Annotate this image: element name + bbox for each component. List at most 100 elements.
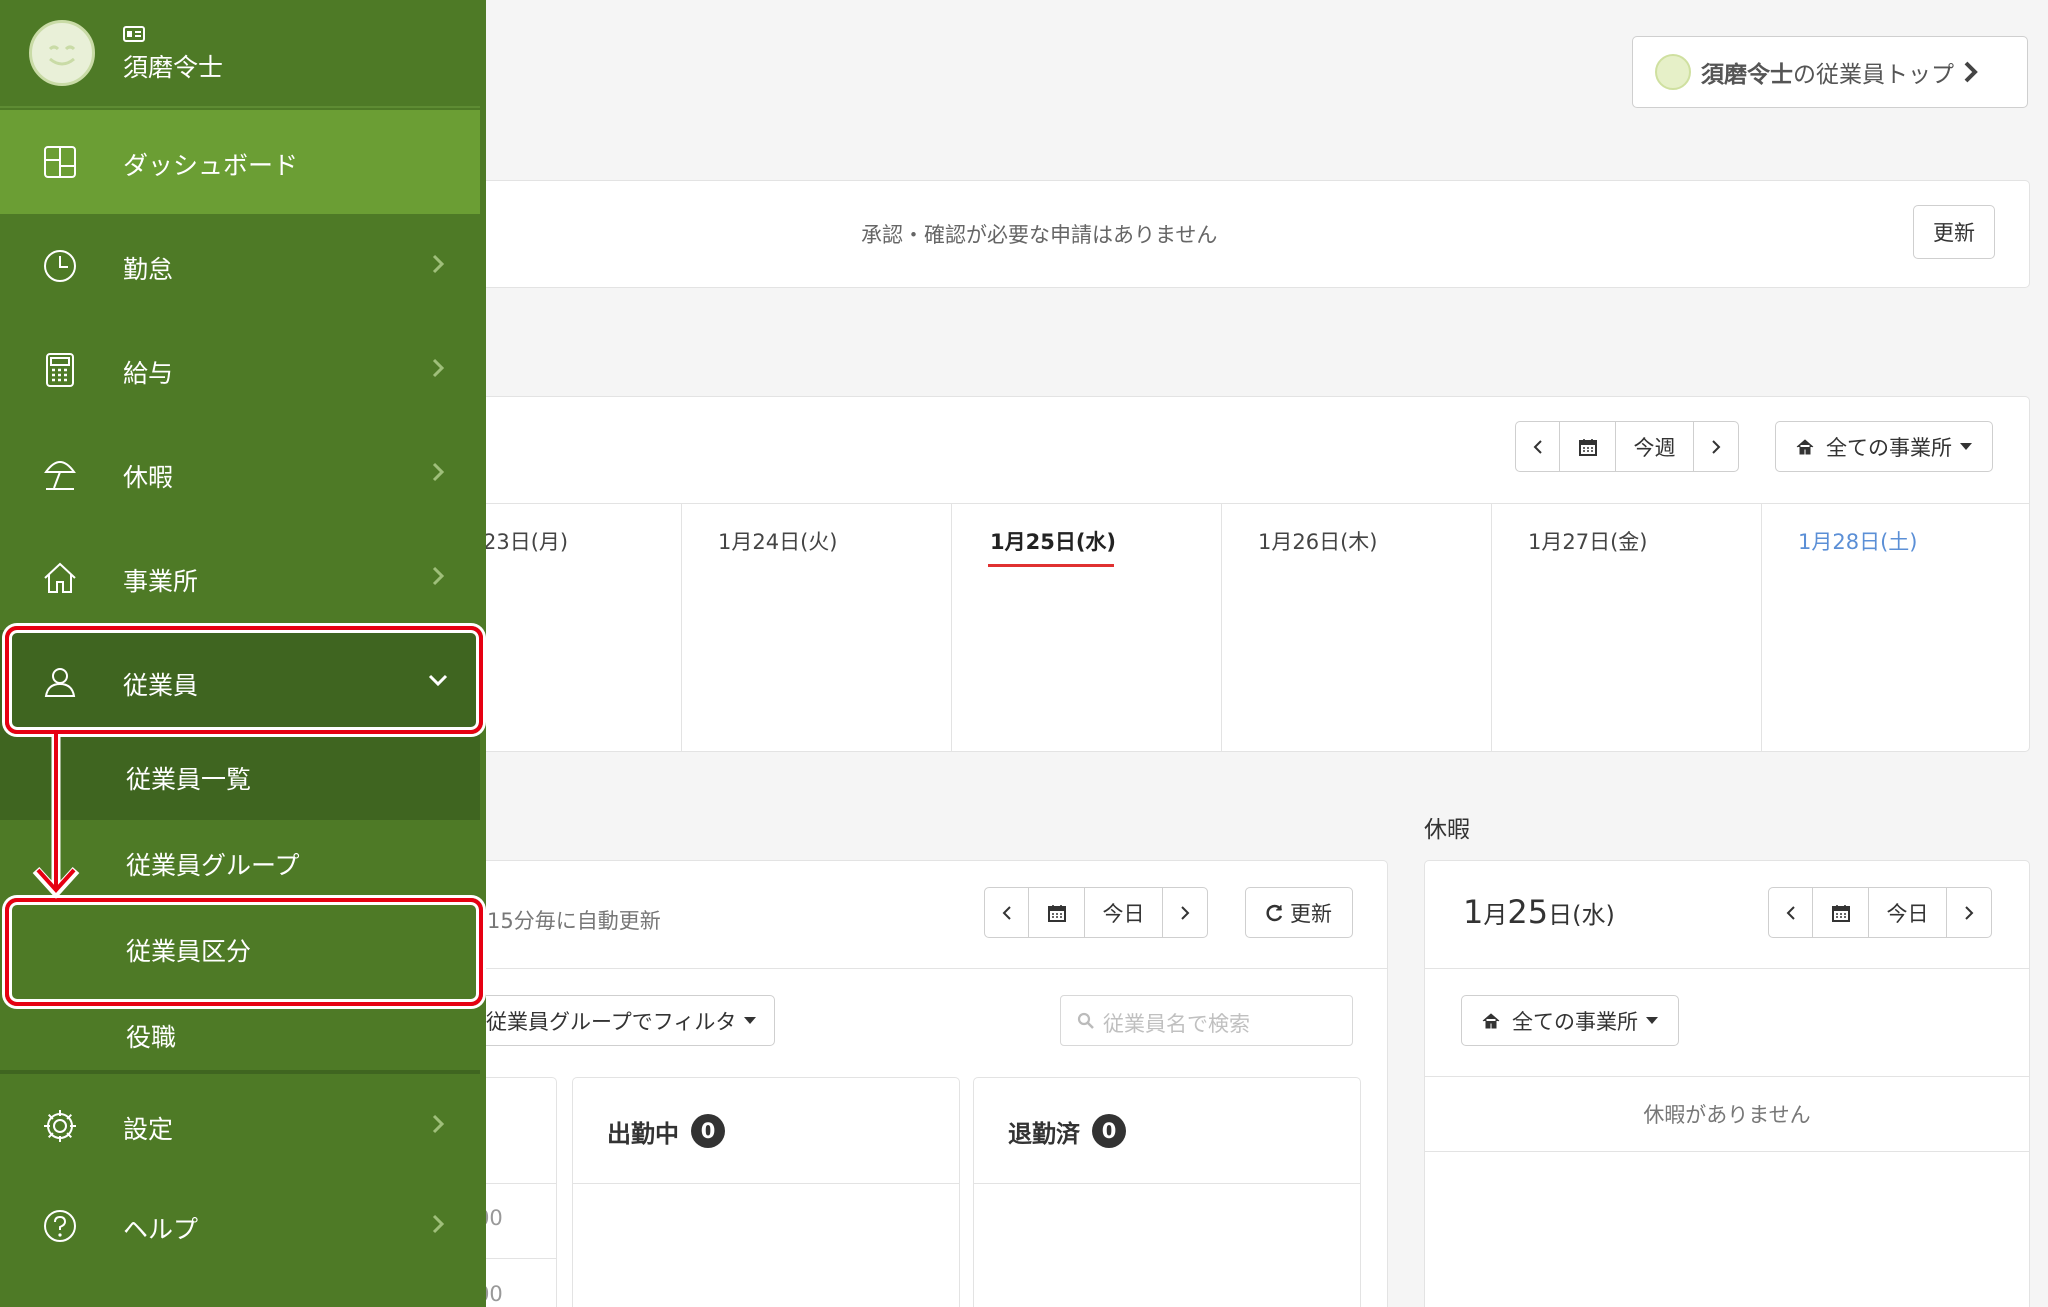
sidebar-item-attendance[interactable]: 勤怠: [0, 214, 480, 318]
count-badge: 0: [1092, 1114, 1126, 1148]
day-nav-group: 今日: [984, 887, 1208, 938]
chevron-right-icon: [1965, 905, 1974, 920]
leave-date-month-unit: 月: [1483, 901, 1508, 929]
employee-top-button[interactable]: 須磨令士 の従業員トップ: [1632, 36, 2028, 108]
leave-today-button[interactable]: 今日: [1869, 888, 1947, 937]
day-today-button[interactable]: 今日: [1085, 888, 1163, 937]
leave-office-filter-label: 全ての事業所: [1512, 1009, 1638, 1034]
schedule-office-filter[interactable]: 全ての事業所: [1775, 421, 1993, 472]
leave-office-filter[interactable]: 全ての事業所: [1461, 995, 1679, 1046]
leave-calendar-button[interactable]: [1813, 888, 1869, 937]
sidebar-item-label: ダッシュボード: [123, 151, 299, 180]
leave-day-nav-group: 今日: [1768, 887, 1992, 938]
clock-icon: [44, 250, 76, 282]
leave-empty-message: 休暇がありません: [1643, 1103, 1811, 1127]
count-badge: 0: [691, 1114, 725, 1148]
gear-icon: [44, 1110, 76, 1142]
schedule-office-filter-label: 全ての事業所: [1826, 435, 1952, 460]
caret-down-icon: [744, 1017, 757, 1024]
status-column-working: 出勤中 0: [572, 1077, 960, 1307]
leave-divider: [1425, 968, 2029, 969]
day-label: 1月24日(火): [718, 530, 838, 554]
user-name: 須磨令士: [123, 53, 224, 82]
search-icon: [1077, 1012, 1094, 1029]
id-card-icon: [123, 26, 145, 42]
day-column: 23日(月): [471, 504, 682, 751]
sidebar-item-dashboard[interactable]: ダッシュボード: [0, 110, 480, 214]
sidebar-item-settings[interactable]: 設定: [0, 1070, 480, 1174]
submenu-label: 役職: [126, 1023, 177, 1052]
leave-next-button[interactable]: [1947, 888, 1991, 937]
home-icon: [44, 562, 76, 593]
chevron-right-icon: [1964, 61, 1978, 83]
avatar[interactable]: [29, 20, 95, 86]
leave-date: 1月25日(水): [1463, 893, 1615, 931]
column-divider: [974, 1183, 1360, 1184]
approvals-message: 承認・確認が必要な申請はありません: [861, 223, 1218, 247]
day-column: 1月26日(木): [1222, 504, 1492, 751]
today-underline: [988, 564, 1114, 567]
leave-section-title: 休暇: [1424, 817, 1470, 843]
day-label-saturday: 1月28日(土): [1798, 530, 1918, 554]
day-column: 1月27日(金): [1492, 504, 1762, 751]
calendar-icon: [1047, 904, 1066, 922]
search-placeholder: 従業員名で検索: [1103, 1012, 1250, 1036]
highlight-employee-category-box: [5, 898, 483, 1006]
week-calendar-button[interactable]: [1560, 422, 1616, 471]
attendance-refresh-button[interactable]: 更新: [1245, 887, 1353, 938]
week-next-button[interactable]: [1694, 422, 1738, 471]
column-title: 出勤中: [607, 1120, 679, 1148]
leave-divider: [1425, 1151, 2029, 1152]
day-prev-button[interactable]: [985, 888, 1029, 937]
sidebar-item-label: 事業所: [123, 567, 199, 596]
group-filter-dropdown[interactable]: 従業員グループでフィルタ: [471, 995, 775, 1046]
chevron-right-icon: [432, 358, 445, 378]
sidebar-item-label: 給与: [123, 359, 174, 388]
sidebar-item-office[interactable]: 事業所: [0, 526, 480, 630]
calendar-icon: [1831, 904, 1850, 922]
day-label: 1月27日(金): [1528, 530, 1648, 554]
calendar-icon: [1578, 438, 1597, 456]
auto-refresh-text: 15分毎に自動更新: [487, 909, 661, 933]
week-current-button[interactable]: 今週: [1616, 422, 1694, 471]
day-column-today: 1月25日(水): [952, 504, 1222, 751]
sidebar-item-leave[interactable]: 休暇: [0, 422, 480, 526]
search-input[interactable]: 従業員名で検索: [1060, 995, 1353, 1046]
day-label-today: 1月25日(水): [990, 530, 1117, 554]
caret-down-icon: [1960, 443, 1972, 450]
sidebar-item-label: 勤怠: [123, 255, 174, 284]
arrow-down-annotation: [32, 734, 80, 899]
help-icon: [44, 1210, 76, 1242]
day-column-saturday: 1月28日(土): [1762, 504, 2029, 751]
attendance-divider: [471, 968, 1387, 969]
leave-date-day-unit: 日(水): [1548, 901, 1615, 929]
chevron-right-icon: [432, 254, 445, 274]
leave-divider: [1425, 1076, 2029, 1077]
chevron-right-icon: [1712, 439, 1721, 454]
chevron-right-icon: [432, 566, 445, 586]
chevron-left-icon: [1002, 905, 1011, 920]
chevron-left-icon: [1533, 439, 1542, 454]
day-calendar-button[interactable]: [1029, 888, 1085, 937]
chevron-right-icon: [432, 1214, 445, 1234]
week-prev-button[interactable]: [1516, 422, 1560, 471]
sidebar-item-help[interactable]: ヘルプ: [0, 1174, 480, 1278]
sidebar-item-payroll[interactable]: 給与: [0, 318, 480, 422]
smile-icon: [48, 45, 76, 66]
leave-panel: 1月25日(水) 今日 全ての事業所 休暇がありません: [1424, 860, 2030, 1307]
calculator-icon: [46, 353, 74, 387]
dashboard-icon: [44, 146, 76, 178]
chevron-left-icon: [1786, 905, 1795, 920]
schedule-panel: 今週 全ての事業所 23日(月) 1月24日(火) 1月25日(水) 1月26日…: [470, 396, 2030, 752]
approvals-refresh-button[interactable]: 更新: [1913, 205, 1995, 259]
week-nav-group: 今週: [1515, 421, 1739, 472]
sidebar: 須磨令士 ダッシュボード 勤怠 給与 休暇 事業所 従業員 従業員一覧 従業員グ…: [0, 0, 486, 1307]
column-title: 退勤済: [1008, 1120, 1080, 1148]
day-next-button[interactable]: [1163, 888, 1207, 937]
submenu-label: 従業員一覧: [126, 765, 252, 794]
attendance-refresh-label: 更新: [1290, 901, 1332, 926]
leave-prev-button[interactable]: [1769, 888, 1813, 937]
umbrella-icon: [44, 461, 76, 490]
day-label: 1月26日(木): [1258, 530, 1378, 554]
employee-top-name: 須磨令士: [1701, 62, 1793, 88]
